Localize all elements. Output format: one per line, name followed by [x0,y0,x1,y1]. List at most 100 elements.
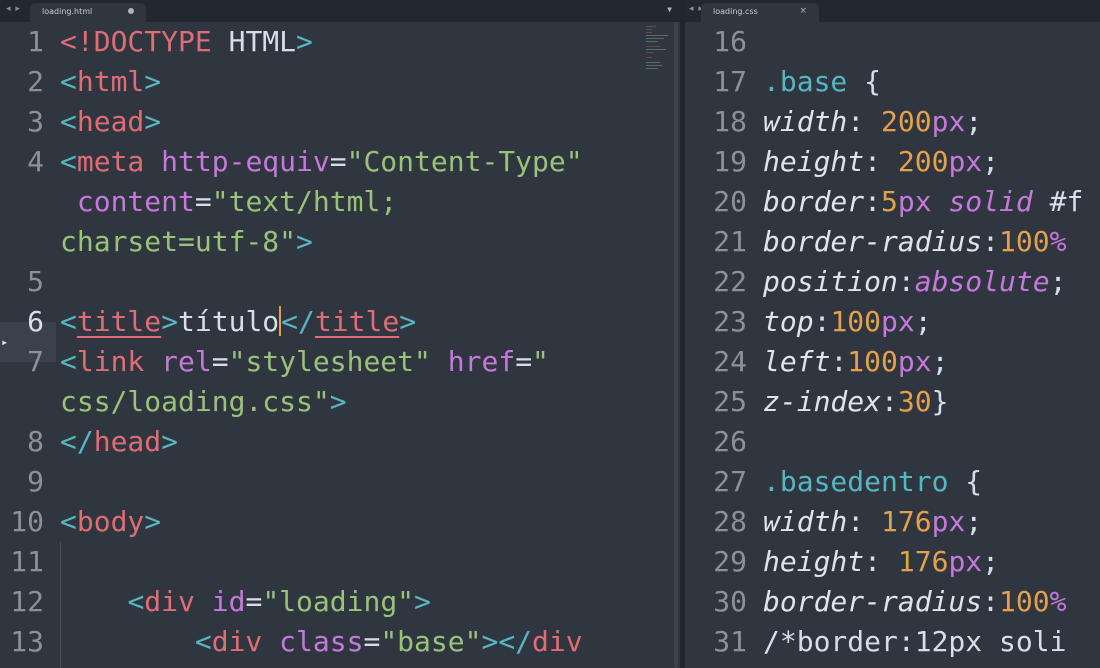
code-line[interactable]: css/loading.css"> [0,382,680,422]
code-token: left [763,345,831,378]
tab-bar-left: ◂ ▸ loading.html ▼ [0,0,680,22]
line-number: 19 [713,145,747,178]
code-token: ; [965,505,983,538]
code-token: /*border:12px soli [763,625,1067,658]
line-number: 24 [713,345,747,378]
code-token: div [144,585,195,618]
code-line[interactable]: 23 top:100px; [685,302,1100,342]
code-token: ; [982,145,1000,178]
code-line[interactable]: 16 [685,22,1100,62]
code-token: > [414,585,431,618]
line-code: <div class="base"></div [60,622,583,662]
code-token: título [178,305,280,338]
code-token: #f [1032,185,1084,218]
code-line[interactable]: 3 <head> [0,102,680,142]
code-line[interactable]: 13 <div class="base"></div [0,622,680,662]
code-line[interactable]: 30 border-radius:100% [685,582,1100,622]
line-number: 27 [713,465,747,498]
code-line[interactable]: 21 border-radius:100% [685,222,1100,262]
code-line[interactable]: 6 <title>título</title> [0,302,680,342]
code-token: > [161,305,179,338]
code-area-html[interactable]: ▸ 1 <!DOCTYPE HTML> 2 <html> 3 <head> 4 <meta h… [0,22,680,668]
code-line[interactable]: 19 height: 200px; [685,142,1100,182]
line-number: 16 [713,25,747,58]
editor-pane-right[interactable]: ◂ ▸ loading.css × 16 17 .base {18 width: 20… [685,0,1100,668]
code-line[interactable]: 28 width: 176px; [685,502,1100,542]
editor-pane-left[interactable]: ◂ ▸ loading.html ▼ ▸ 1 <!DOCTYPE HTML> 2 <h… [0,0,680,668]
line-code: content="text/html; [60,182,397,222]
code-line[interactable]: 12 <div id="loading"> [0,582,680,622]
code-token: > [144,65,162,98]
code-token: < [60,505,77,538]
line-code: .basedentro { [763,462,982,502]
code-line[interactable]: charset=utf-8"> [0,222,680,262]
code-token: px [931,505,966,538]
code-token: px [897,345,932,378]
code-token: "Content-Type" [346,145,583,178]
code-line[interactable]: 7 <link rel="stylesheet" href=" [0,342,680,382]
code-line[interactable]: 22 position:absolute; [685,262,1100,302]
code-token: html [76,65,145,98]
code-line[interactable]: 4 <meta http-equiv="Content-Type" [0,142,680,182]
code-token: class [279,625,364,658]
line-code: charset=utf-8"> [60,222,313,262]
tab-loading-html[interactable]: loading.html [30,3,146,22]
line-code: <html> [60,62,161,102]
code-token: > [161,425,179,458]
tab-loading-css[interactable]: loading.css × [701,3,819,22]
code-line[interactable]: 24 left:100px; [685,342,1100,382]
code-token: : [830,345,848,378]
code-line[interactable]: 31 /*border:12px soli [685,622,1100,662]
code-token: px [948,145,983,178]
line-number: 25 [713,385,747,418]
line-code: height: 176px; [763,542,999,582]
modified-dot-icon[interactable] [128,8,134,14]
code-line[interactable]: content="text/html; [0,182,680,222]
tab-dropdown-icon[interactable]: ▼ [667,5,672,14]
line-number: 18 [713,105,747,138]
line-number: 10 [10,505,44,538]
line-number: 1 [27,25,44,58]
code-line[interactable]: 26 [685,422,1100,462]
code-line[interactable]: 10 <body> [0,502,680,542]
minimap[interactable] [646,24,672,74]
line-number: 8 [27,425,44,458]
line-number: 20 [713,185,747,218]
code-line[interactable]: 2 <html> [0,62,680,102]
code-token: height [763,545,865,578]
line-number: 9 [27,465,44,498]
code-token: : [982,585,1000,618]
code-token: position [763,265,898,298]
code-token: HTML [211,25,297,58]
close-icon[interactable]: × [799,6,807,16]
code-token: width [763,505,848,538]
code-token: css/loading.css" [60,385,330,418]
code-line[interactable]: 1 <!DOCTYPE HTML> [0,22,680,62]
code-line[interactable]: 17 .base { [685,62,1100,102]
line-number: 2 [27,65,44,98]
code-token: : [813,305,831,338]
code-area-css[interactable]: 16 17 .base {18 width: 200px; 19 height: 200p… [685,22,1100,668]
line-code: </head> [60,422,178,462]
code-line[interactable]: 5 [0,262,680,302]
code-line[interactable]: 9 [0,462,680,502]
code-line[interactable]: 25 z-index:30} [685,382,1100,422]
tab-nav-arrows[interactable]: ◂ ▸ [6,4,21,14]
code-line[interactable]: 20 border:5px solid #f [685,182,1100,222]
vertical-scrollbar[interactable] [672,22,680,668]
tab-label: loading.html [42,7,93,16]
code-line[interactable]: 27 .basedentro { [685,462,1100,502]
code-token: % [1049,225,1067,258]
code-token: 100 [999,225,1050,258]
code-line[interactable]: 8 </head> [0,422,680,462]
code-token: > [296,25,313,58]
code-line[interactable]: 29 height: 176px; [685,542,1100,582]
line-code: css/loading.css"> [60,382,347,422]
code-token: border-radius [763,225,983,258]
code-token: ; [982,545,1000,578]
code-line[interactable]: 11 [0,542,680,582]
code-line[interactable]: 18 width: 200px; [685,102,1100,142]
scrollbar-thumb[interactable] [674,22,678,668]
